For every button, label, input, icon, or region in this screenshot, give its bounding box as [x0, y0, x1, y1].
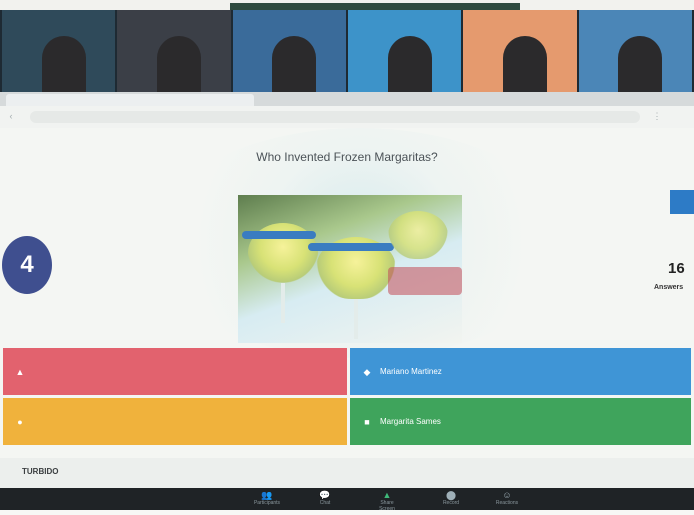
footer-text: TURBIDO: [22, 467, 59, 476]
glass-rim: [308, 243, 394, 251]
toolbar-label: Chat: [319, 500, 331, 506]
participant-silhouette: [156, 36, 201, 92]
circle-icon: ●: [17, 416, 23, 427]
answer-grid: ▲ ◆ Mariano Martinez ● ■ Margarita Sames: [3, 348, 691, 448]
diamond-icon: ◆: [363, 366, 371, 377]
participants-button[interactable]: 👥 Participants: [252, 490, 282, 508]
toolbar-label: Reactions: [495, 500, 519, 506]
participant-silhouette: [41, 36, 86, 92]
participant-silhouette: [387, 36, 432, 92]
margarita-image: [238, 195, 462, 343]
glass-stem: [281, 283, 285, 323]
participant-silhouette: [502, 36, 547, 92]
back-icon[interactable]: ‹: [6, 111, 16, 121]
chat-button[interactable]: 💬 Chat: [310, 490, 340, 508]
photo-frame: ‹ ⋮ Who Invented Frozen Margaritas? 4 16…: [0, 0, 694, 515]
meeting-toolbar: 👥 Participants 💬 Chat ▲ Share Screen ⬤ R…: [0, 488, 694, 512]
participants-icon: 👥: [261, 490, 273, 500]
browser-tab-active[interactable]: [92, 94, 254, 106]
browser-tab[interactable]: [6, 94, 98, 106]
answer-count: 16: [668, 260, 685, 277]
share-screen-button[interactable]: ▲ Share Screen: [372, 490, 402, 512]
countdown-timer: 4: [2, 236, 52, 294]
answer-yellow[interactable]: ●: [3, 398, 347, 445]
answer-green[interactable]: ■ Margarita Sames: [350, 398, 691, 445]
browser-address-bar: ‹ ⋮: [0, 106, 694, 128]
reactions-icon: ☺: [502, 490, 512, 500]
participant-tile[interactable]: [463, 10, 577, 92]
triangle-icon: ▲: [15, 366, 25, 377]
participant-silhouette: [618, 36, 663, 92]
chat-icon: 💬: [319, 490, 331, 500]
photo-bottom-edge: [0, 510, 694, 515]
record-icon: ⬤: [445, 490, 457, 500]
square-icon: ■: [364, 416, 370, 427]
participant-video-strip: [0, 10, 694, 92]
question-title: Who Invented Frozen Margaritas?: [256, 150, 438, 164]
toolbar-label: Record: [442, 500, 460, 506]
glass-stem: [354, 299, 358, 339]
quiz-footer: TURBIDO: [0, 458, 694, 488]
answer-count-label: Answers: [654, 284, 684, 291]
answer-label: Margarita Sames: [380, 417, 441, 426]
glass-right: [388, 211, 448, 259]
quiz-screen: Who Invented Frozen Margaritas? 4 16 Ans…: [0, 128, 694, 488]
record-button[interactable]: ⬤ Record: [436, 490, 466, 508]
participant-tile[interactable]: [117, 10, 231, 92]
skip-button[interactable]: [670, 190, 694, 214]
reactions-button[interactable]: ☺ Reactions: [492, 490, 522, 508]
menu-icon[interactable]: ⋮: [652, 111, 662, 121]
participant-tile[interactable]: [347, 10, 462, 92]
participant-silhouette: [272, 36, 317, 92]
answer-blue[interactable]: ◆ Mariano Martinez: [350, 348, 691, 395]
participant-tile[interactable]: [578, 10, 692, 92]
share-screen-icon: ▲: [382, 490, 392, 500]
answer-label: Mariano Martinez: [380, 367, 442, 376]
participant-tile[interactable]: [232, 10, 346, 92]
url-field[interactable]: [30, 111, 640, 123]
glass-rim: [242, 231, 316, 239]
browser-tab-bar: [0, 92, 694, 106]
toolbar-label: Participants: [253, 500, 281, 506]
participant-tile[interactable]: [2, 10, 116, 92]
plate-stripe: [388, 267, 462, 295]
answer-red[interactable]: ▲: [3, 348, 347, 395]
